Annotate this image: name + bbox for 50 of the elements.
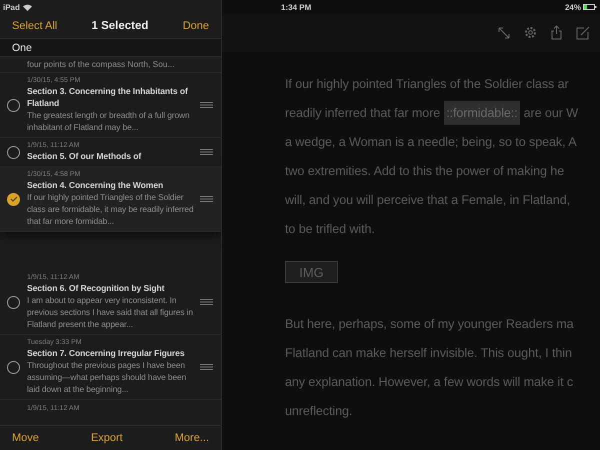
expand-icon[interactable] xyxy=(498,26,510,38)
body-text: If our highly pointed Triangles of the Soldier class ar xyxy=(285,76,569,90)
note-preview: If our highly pointed Triangles of the Soldier class are formidable, it may be readily inferred that far more formidab... xyxy=(27,191,194,227)
footer-button[interactable]: More... xyxy=(174,432,209,444)
note-title: Section 6. Of Recognition by Sight xyxy=(27,282,166,294)
group-header: One xyxy=(0,38,221,57)
select-radio[interactable] xyxy=(7,192,20,206)
image-placeholder-tag: IMG xyxy=(285,261,338,283)
drag-handle-icon[interactable] xyxy=(200,149,213,155)
drag-handle-icon[interactable] xyxy=(200,364,213,370)
settings-icon[interactable] xyxy=(524,26,537,39)
clock: 1:34 PM xyxy=(281,2,312,12)
note-preview: The greatest length or breadth of a full grown inhabitant of Flatland may be... xyxy=(27,109,191,133)
select-radio[interactable] xyxy=(7,360,20,374)
drag-handle-icon[interactable] xyxy=(200,299,213,305)
note-preview: Throughout the previous pages I have been assuming—what perhaps should have been laid down at the beginning... xyxy=(27,359,188,395)
body-text: But here, perhaps, some of my younger Readers ma xyxy=(285,316,574,330)
body-text: to be trifled with. xyxy=(285,222,375,236)
footer-button[interactable]: Move xyxy=(12,432,39,444)
body-text: are our W xyxy=(524,106,578,120)
note-preview: I am about to appear very inconsistent. In previous sections I have said that all figures in Flatland present the appear... xyxy=(27,294,194,330)
battery-percent: 24% xyxy=(564,2,581,12)
selection-count: 1 Selected xyxy=(92,20,148,32)
body-text: will, and you will perceive that a Female, in Flatland, xyxy=(285,192,570,206)
compose-icon[interactable] xyxy=(576,26,590,40)
drag-handle-icon[interactable] xyxy=(200,102,213,108)
note-title: Section 5. Of our Methods of xyxy=(27,150,142,162)
wifi-icon xyxy=(22,4,32,10)
body-text: unreflecting. xyxy=(285,404,352,418)
select-all-button[interactable]: Select All xyxy=(12,20,58,32)
body-text: any explanation. However, a few words will make it c xyxy=(285,374,574,388)
note-title: Section 3. Concerning the Inhabitants of Flatland xyxy=(27,85,189,109)
share-icon[interactable] xyxy=(551,25,562,40)
highlighted-word: ::formidable:: xyxy=(444,100,520,124)
body-text: Flatland can make herself invisible. This ought, I thin xyxy=(285,346,572,360)
done-button[interactable]: Done xyxy=(182,20,209,32)
select-radio[interactable] xyxy=(7,296,20,308)
body-text: two extremities. Add to this the power of making he xyxy=(285,164,564,178)
checkmark-icon xyxy=(10,196,18,202)
note-title: Section 7. Concerning Irregular Figures xyxy=(27,347,186,359)
note-title: Section 4. Concerning the Women xyxy=(27,179,164,191)
note-preview: four points of the compass North, Sou... xyxy=(0,57,221,73)
drag-handle-icon[interactable] xyxy=(200,196,213,202)
body-text: a wedge, a Woman is a needle; being, so to speak, A xyxy=(285,134,577,148)
select-radio[interactable] xyxy=(7,98,20,112)
battery-icon xyxy=(583,4,597,10)
device-name: iPad xyxy=(3,2,20,12)
select-radio[interactable] xyxy=(7,146,20,158)
footer-button[interactable]: Export xyxy=(90,432,123,444)
body-text: readily inferred that far more xyxy=(285,106,440,120)
